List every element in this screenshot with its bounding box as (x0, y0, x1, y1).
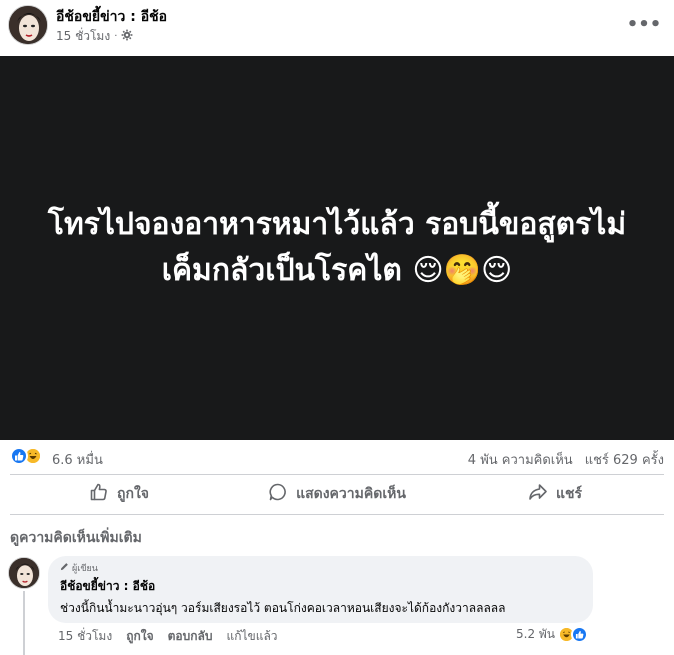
post-author-name[interactable]: อีช้อขยี้ข่าว : อีช้อ (56, 6, 167, 28)
like-button-label: ถูกใจ (117, 486, 149, 502)
comment-count[interactable]: 4 พัน ความคิดเห็น (468, 449, 573, 470)
reply-thread-line (23, 591, 25, 655)
comment-actions: 15 ชั่วโมง ถูกใจ ตอบกลับ แก้ไขแล้ว (58, 627, 278, 646)
like-button[interactable]: ถูกใจ (10, 476, 228, 512)
like-reaction-icon (571, 626, 589, 643)
view-more-comments-link[interactable]: ดูความคิดเห็นเพิ่มเติม (10, 527, 142, 549)
author-avatar[interactable] (8, 5, 48, 45)
post-header: อีช้อขยี้ข่าว : อีช้อ 15 ชั่วโมง · ••• (0, 0, 674, 56)
engagement-stats: 4 พัน ความคิดเห็น แชร์ 629 ครั้ง (468, 449, 664, 470)
comment-text: ช่วงนี้กินน้ำมะนาวอุ่นๆ วอร์มเสียงรอไว้ … (60, 601, 506, 615)
comment-button[interactable]: แสดงความคิดเห็น (228, 476, 446, 512)
comment-time[interactable]: 15 ชั่วโมง (58, 627, 112, 646)
like-reaction-icon (10, 447, 28, 465)
more-options-button[interactable]: ••• (627, 10, 662, 38)
share-button[interactable]: แชร์ (446, 476, 664, 512)
post-meta: 15 ชั่วโมง · (56, 27, 133, 46)
comment-reaction-count: 5.2 พัน (516, 627, 556, 641)
comment-bubble-icon (268, 482, 288, 506)
comment-reply-button[interactable]: ตอบกลับ (168, 627, 213, 646)
comment-bubble: ผู้เขียน อีช้อขยี้ข่าว : อีช้อ ช่วงนี้กิ… (48, 556, 593, 623)
author-badge-label: ผู้เขียน (72, 564, 98, 574)
audience-gear-icon[interactable] (121, 29, 133, 44)
commenter-avatar[interactable] (8, 557, 40, 589)
comment-reactions[interactable]: 5.2 พัน (516, 625, 589, 644)
comment-button-label: แสดงความคิดเห็น (296, 486, 406, 502)
pencil-icon (60, 562, 69, 574)
post-media-text: โทรไปจองอาหารหมาไว้แล้ว รอบนี้ขอสูตรไม่เ… (47, 207, 627, 288)
more-horizontal-icon: ••• (626, 13, 662, 35)
reactions-bar: 6.6 หมื่น 4 พัน ความคิดเห็น แชร์ 629 ครั… (0, 442, 674, 472)
divider (10, 514, 664, 515)
post-time[interactable]: 15 ชั่วโมง (56, 27, 110, 46)
divider (10, 474, 664, 475)
thumbs-up-icon (89, 482, 109, 506)
author-badge: ผู้เขียน (60, 562, 581, 574)
meta-separator: · (114, 31, 118, 42)
comment-edited-label: แก้ไขแล้ว (226, 629, 278, 643)
comment-author-name[interactable]: อีช้อขยี้ข่าว : อีช้อ (60, 577, 581, 596)
share-arrow-icon (528, 482, 548, 506)
reaction-count[interactable]: 6.6 หมื่น (52, 449, 103, 470)
share-count[interactable]: แชร์ 629 ครั้ง (585, 449, 664, 470)
post-media[interactable]: โทรไปจองอาหารหมาไว้แล้ว รอบนี้ขอสูตรไม่เ… (0, 56, 674, 440)
post-actions: ถูกใจ แสดงความคิดเห็น แชร์ (10, 476, 664, 512)
comment-like-button[interactable]: ถูกใจ (126, 627, 153, 646)
share-button-label: แชร์ (555, 486, 583, 502)
reaction-icons[interactable] (10, 447, 42, 465)
